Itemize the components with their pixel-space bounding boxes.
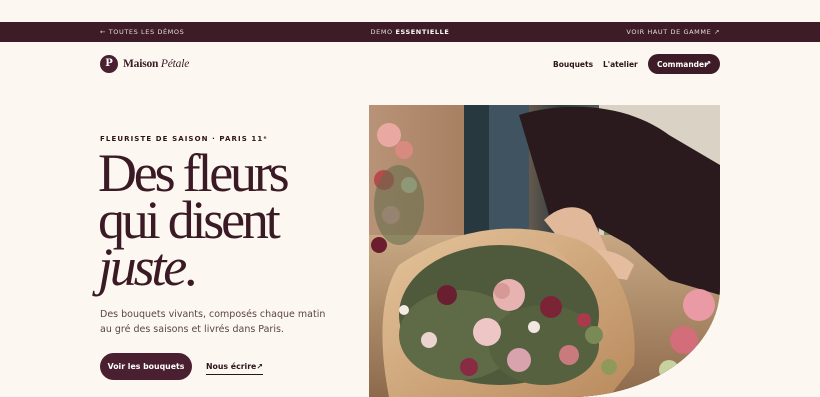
nav-bouquets-link[interactable]: Bouquets <box>553 60 593 69</box>
nav-atelier-link[interactable]: L'atelier <box>603 60 638 69</box>
arrow-up-right-icon: ↗ <box>256 362 263 371</box>
hero-subtitle: Des bouquets vivants, composés chaque ma… <box>100 309 326 335</box>
order-button-label: Commander <box>657 60 708 69</box>
brand-name-italic: Pétale <box>160 58 190 70</box>
headline-line-3: juste. <box>98 240 358 294</box>
brand-name[interactable]: Maison Pétale <box>123 58 189 70</box>
brand-name-bold: Maison <box>123 58 159 70</box>
main-nav: P Maison Pétale Bouquets L'atelier Comma… <box>0 54 820 76</box>
premium-link[interactable]: VOIR HAUT DE GAMME ↗ <box>626 28 720 36</box>
arrow-up-right-icon: ↗ <box>704 59 711 68</box>
view-bouquets-button[interactable]: Voir les bouquets <box>100 353 192 380</box>
contact-link[interactable]: Nous écrire ↗ <box>206 362 263 375</box>
hero-headline: Des fleurs qui disent juste. <box>98 146 358 294</box>
headline-emphasis: juste <box>98 237 187 297</box>
order-button[interactable]: Commander ↗ <box>648 54 720 74</box>
contact-link-label: Nous écrire <box>206 362 257 371</box>
headline-period: . <box>184 237 198 297</box>
announcement-bar: ← TOUTES LES DÉMOS DEMO ESSENTIELLE VOIR… <box>0 22 820 42</box>
demo-name: ESSENTIELLE <box>395 28 450 36</box>
logo-icon[interactable]: P <box>100 55 118 73</box>
hero-eyebrow: FLEURISTE DE SAISON · PARIS 11ᵉ <box>100 135 268 143</box>
demo-prefix: DEMO <box>370 28 393 36</box>
hero-photo-florist-wrapping-bouquet <box>369 105 720 397</box>
